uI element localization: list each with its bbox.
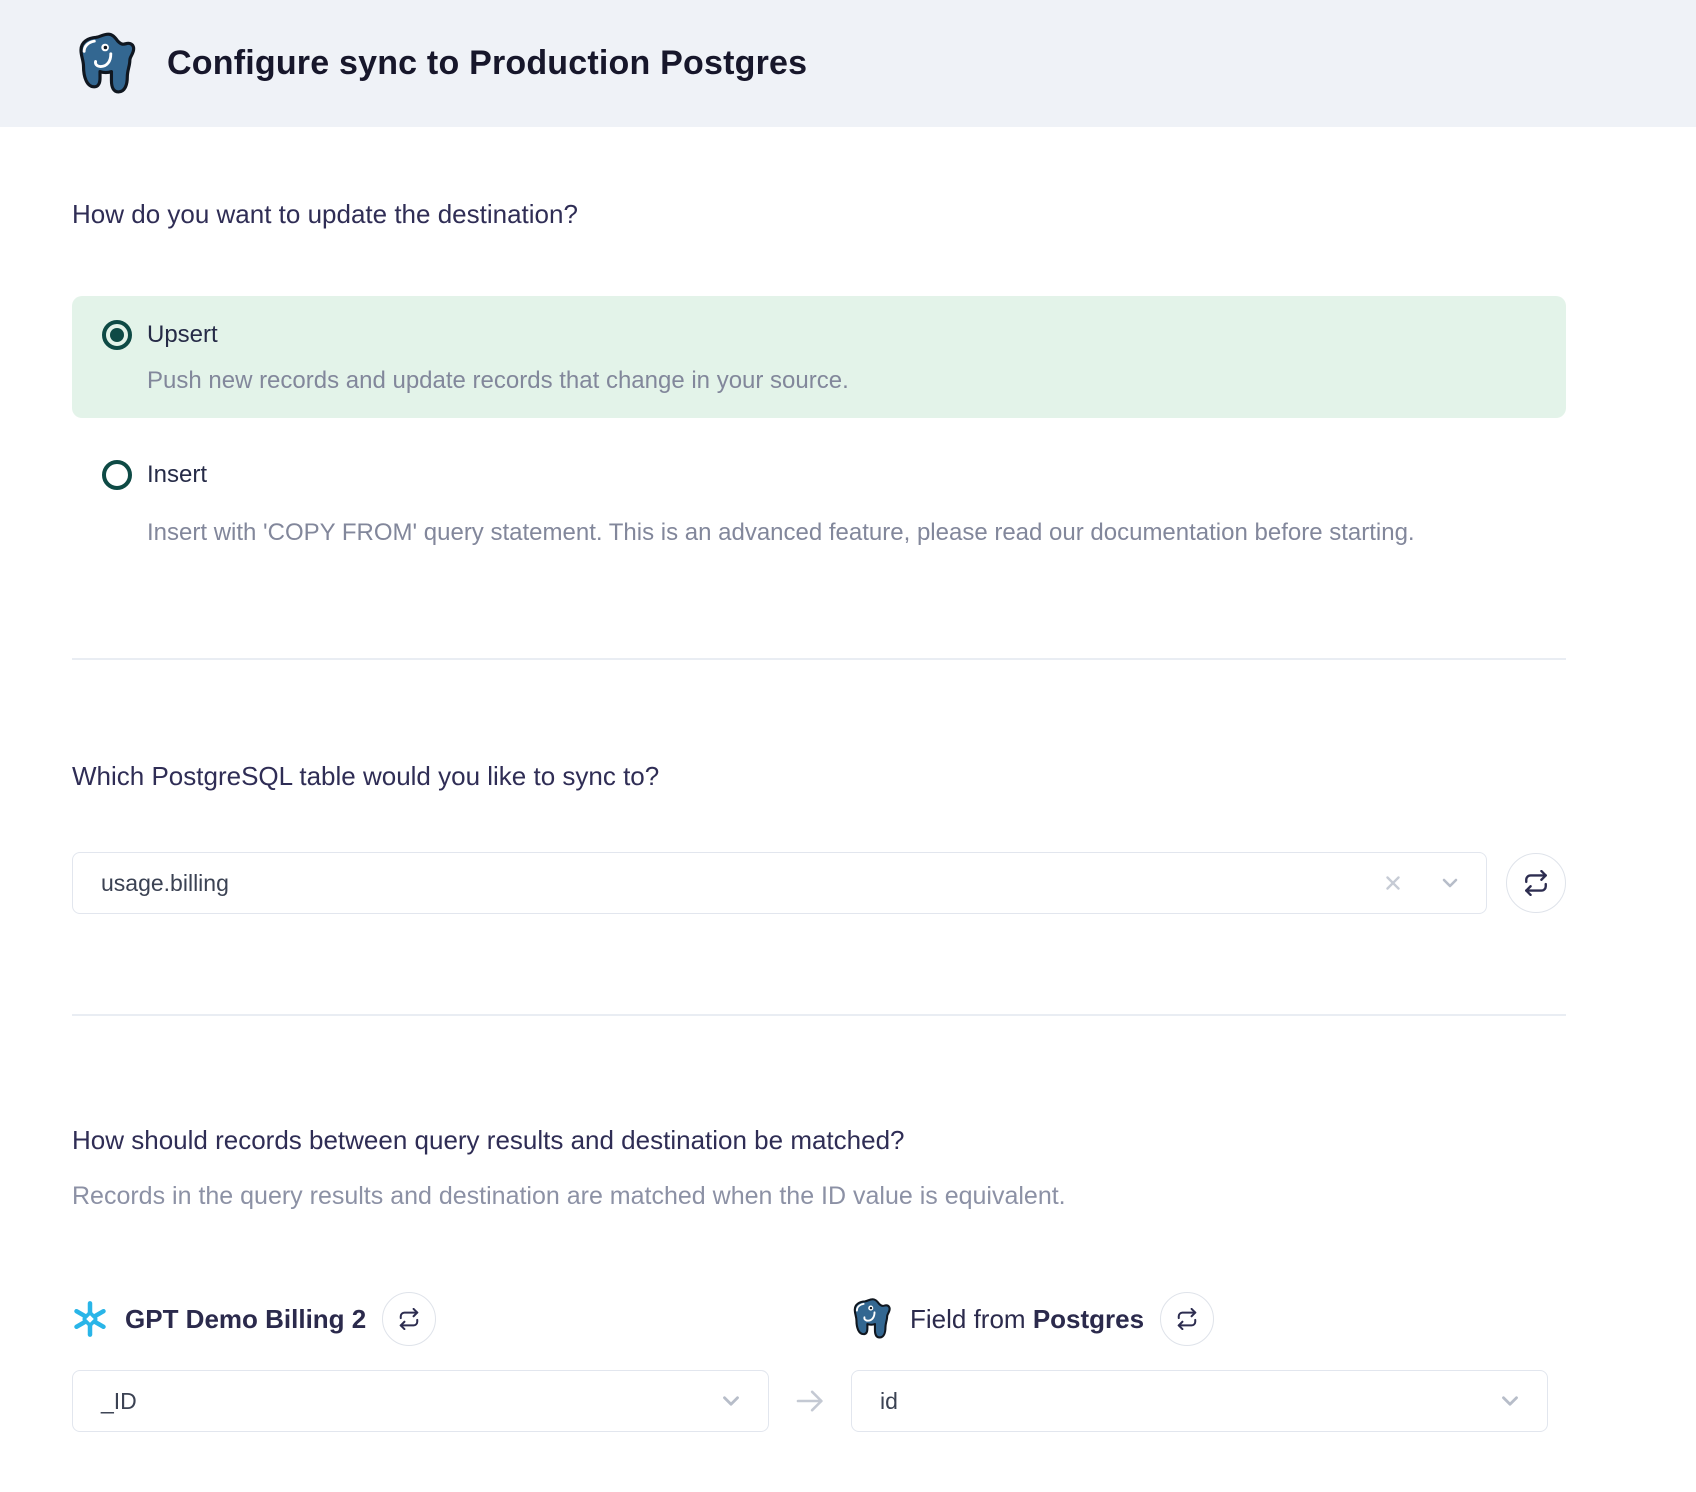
matching-question: How should records between query results… (72, 1120, 1566, 1160)
insert-radio[interactable] (102, 460, 132, 490)
section-divider (72, 1014, 1566, 1016)
mapping-arrow-cell (769, 1370, 851, 1432)
snowflake-icon (72, 1301, 108, 1337)
field-mapping: GPT Demo Billing 2 Field from Postgres (72, 1292, 1566, 1432)
destination-label-prefix: Field from (910, 1304, 1026, 1334)
arrow-right-icon (793, 1384, 827, 1418)
table-select-row: usage.billing (72, 852, 1566, 914)
insert-label: Insert (147, 461, 207, 489)
config-form: How do you want to update the destinatio… (0, 194, 1696, 1432)
swap-icon (398, 1308, 420, 1330)
table-select-value: usage.billing (101, 870, 1382, 897)
upsert-option[interactable]: Upsert Push new records and update recor… (72, 296, 1566, 418)
source-field-value: _ID (101, 1388, 718, 1415)
destination-field-cell: id (851, 1370, 1548, 1432)
table-question: Which PostgreSQL table would you like to… (72, 756, 1566, 796)
table-select[interactable]: usage.billing (72, 852, 1487, 914)
insert-option[interactable]: Insert Insert with 'COPY FROM' query sta… (72, 458, 1566, 552)
matching-subtitle: Records in the query results and destina… (72, 1178, 1566, 1214)
swap-icon (1176, 1308, 1198, 1330)
destination-field-select[interactable]: id (851, 1370, 1548, 1432)
upsert-description: Push new records and update records that… (147, 366, 1536, 396)
clear-icon[interactable] (1382, 872, 1404, 894)
source-field-cell: _ID (72, 1370, 769, 1432)
swap-icon (1523, 870, 1549, 896)
destination-header: Field from Postgres (851, 1292, 1548, 1346)
upsert-label: Upsert (147, 321, 218, 349)
chevron-down-icon[interactable] (1438, 871, 1462, 895)
insert-description: Insert with 'COPY FROM' query statement.… (147, 514, 1437, 552)
chevron-down-icon[interactable] (1497, 1388, 1523, 1414)
destination-field-value: id (880, 1388, 1497, 1415)
chevron-down-icon[interactable] (718, 1388, 744, 1414)
destination-label: Field from Postgres (910, 1304, 1144, 1335)
refresh-tables-button[interactable] (1506, 853, 1566, 913)
refresh-source-fields-button[interactable] (382, 1292, 436, 1346)
postgres-elephant-icon (75, 31, 139, 97)
destination-label-emphasis: Postgres (1033, 1304, 1144, 1334)
update-mode-question: How do you want to update the destinatio… (72, 194, 1566, 234)
page-header: Configure sync to Production Postgres (0, 0, 1696, 127)
source-field-select[interactable]: _ID (72, 1370, 769, 1432)
section-divider (72, 658, 1566, 660)
postgres-elephant-icon (851, 1297, 893, 1341)
upsert-radio-row[interactable]: Upsert (102, 318, 1536, 352)
source-header: GPT Demo Billing 2 (72, 1292, 769, 1346)
upsert-radio[interactable] (102, 320, 132, 350)
refresh-destination-fields-button[interactable] (1160, 1292, 1214, 1346)
source-name: GPT Demo Billing 2 (125, 1304, 366, 1335)
page-title: Configure sync to Production Postgres (167, 44, 807, 83)
insert-radio-row[interactable]: Insert (102, 458, 1536, 492)
